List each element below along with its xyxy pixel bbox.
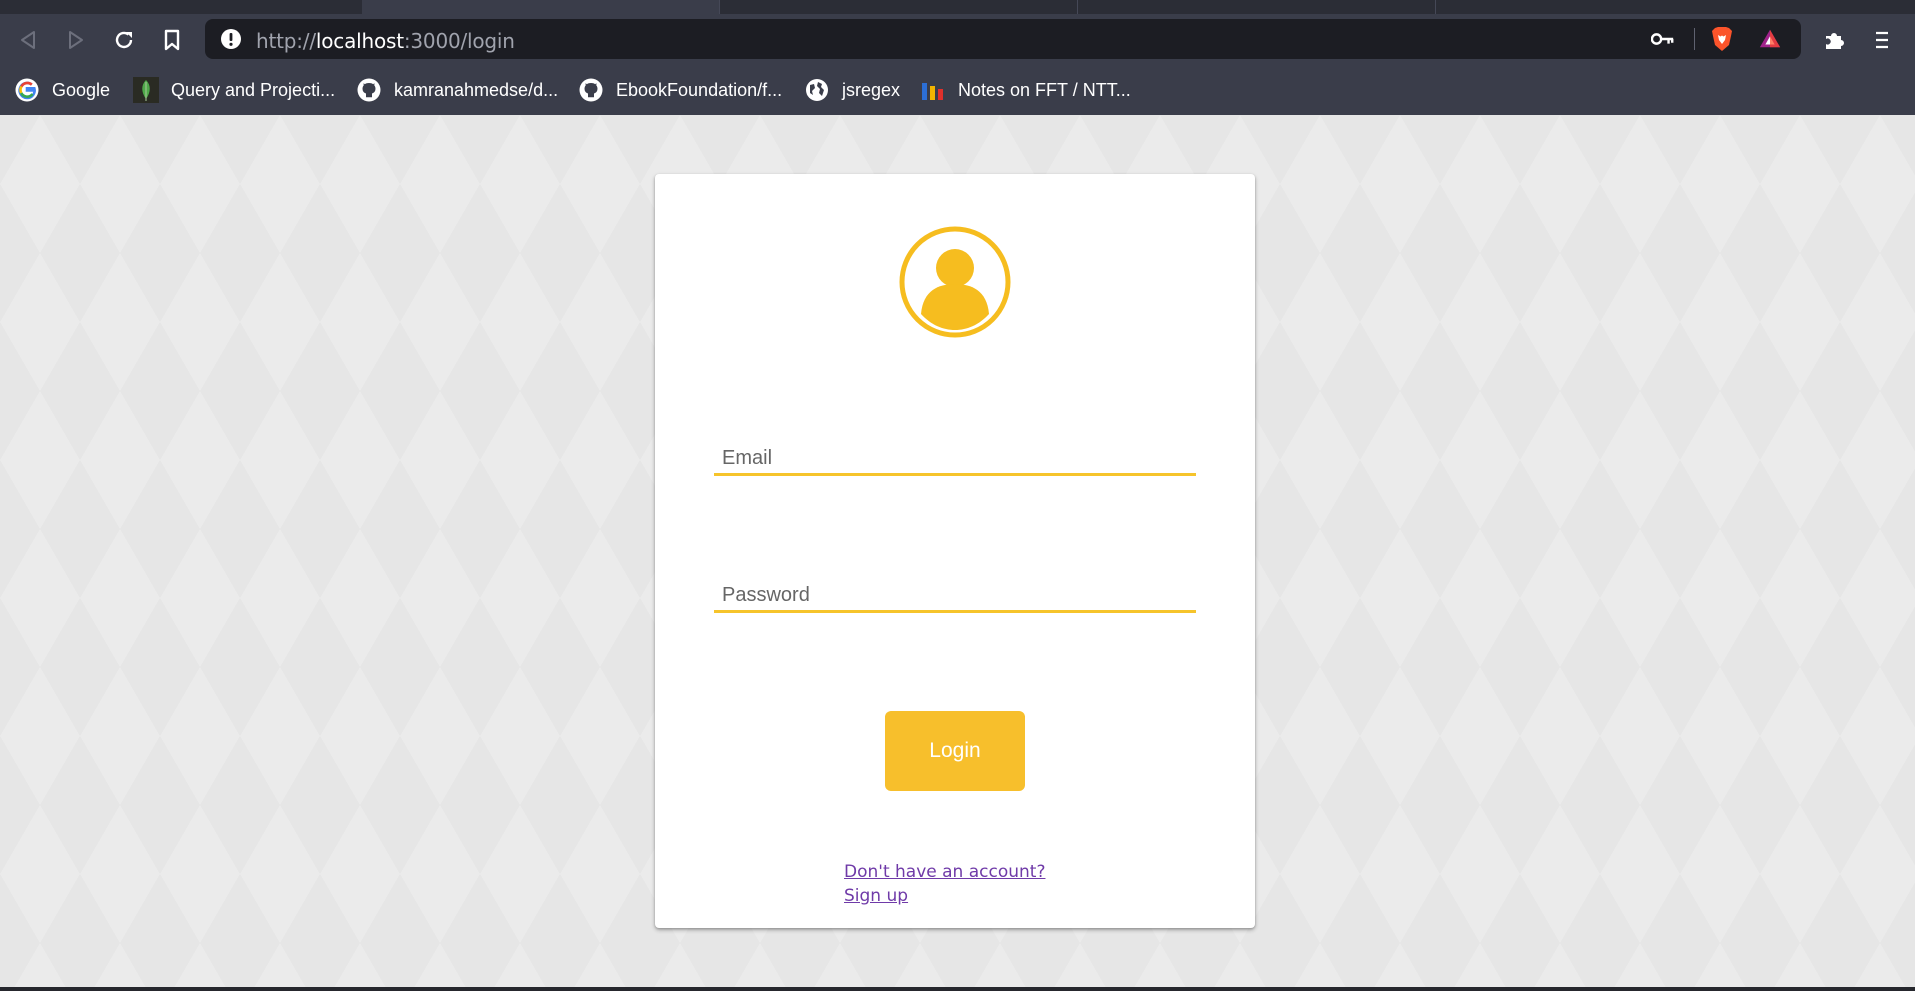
brave-shields-icon[interactable]	[1710, 27, 1734, 51]
forward-icon	[69, 31, 83, 49]
bookmark-item[interactable]: Query and Projecti...	[133, 75, 335, 105]
bookmarks-bar: Google Query and Projecti... kamranahmed…	[0, 65, 1915, 115]
bottom-scroll-strip	[0, 987, 1915, 991]
bookmark-item[interactable]: kamranahmedse/d...	[356, 75, 558, 105]
google-icon	[14, 77, 40, 103]
signup-link[interactable]: Sign up	[844, 884, 1045, 908]
forward-button[interactable]	[60, 24, 92, 56]
url-text[interactable]: http://localhost:3000/login	[256, 29, 515, 53]
login-card: Login Don't have an account? Sign up	[655, 174, 1255, 928]
bookmark-label: kamranahmedse/d...	[394, 79, 559, 100]
url-path: :3000/login	[403, 29, 515, 53]
tab[interactable]	[720, 0, 1078, 14]
bookmark-label: EbookFoundation/f...	[616, 79, 783, 100]
url-host: localhost	[315, 29, 404, 53]
password-key-icon[interactable]	[1651, 27, 1675, 51]
extensions-button[interactable]	[1818, 24, 1850, 56]
bookmark-label: Query and Projecti...	[171, 79, 336, 100]
reload-icon	[115, 31, 133, 49]
bookmark-label: Notes on FFT / NTT...	[958, 79, 1131, 100]
url-scheme: http://	[256, 29, 316, 53]
password-input[interactable]	[714, 573, 1196, 610]
no-account-link[interactable]: Don't have an account?	[844, 860, 1045, 884]
browser-toolbar: http://localhost:3000/login	[0, 14, 1915, 65]
bookmark-item[interactable]: EbookFoundation/f...	[578, 75, 782, 105]
address-bar-separator	[1694, 28, 1695, 50]
bookmark-icon	[164, 29, 180, 51]
tab[interactable]	[1078, 0, 1436, 14]
email-field[interactable]	[714, 436, 1196, 476]
github-icon	[578, 77, 604, 103]
signup-links: Don't have an account? Sign up	[844, 860, 1045, 908]
password-field[interactable]	[714, 573, 1196, 613]
bar-chart-icon	[920, 77, 946, 103]
globe-icon	[804, 77, 830, 103]
back-icon	[21, 31, 35, 49]
reload-button[interactable]	[108, 24, 140, 56]
menu-button[interactable]	[1866, 24, 1898, 56]
tab-strip	[0, 0, 1915, 14]
bookmark-label: jsregex	[842, 79, 901, 100]
bookmark-item[interactable]: Google	[14, 75, 110, 105]
puzzle-icon	[1826, 33, 1844, 49]
bookmark-label: Google	[52, 79, 111, 100]
back-button[interactable]	[12, 24, 44, 56]
site-info-icon[interactable]	[219, 27, 243, 51]
address-bar[interactable]: http://localhost:3000/login	[205, 19, 1801, 59]
bookmark-item[interactable]: Notes on FFT / NTT...	[920, 75, 1131, 105]
tab-active[interactable]	[362, 0, 720, 14]
email-input[interactable]	[714, 436, 1196, 473]
user-avatar-icon	[899, 226, 1011, 338]
login-button[interactable]: Login	[885, 711, 1025, 791]
github-icon	[356, 77, 382, 103]
bookmark-item[interactable]: jsregex	[804, 75, 900, 105]
mongodb-leaf-icon	[133, 77, 159, 103]
brave-rewards-icon[interactable]	[1758, 27, 1782, 51]
bookmark-page-button[interactable]	[156, 24, 188, 56]
hamburger-menu-icon	[1876, 31, 1888, 49]
